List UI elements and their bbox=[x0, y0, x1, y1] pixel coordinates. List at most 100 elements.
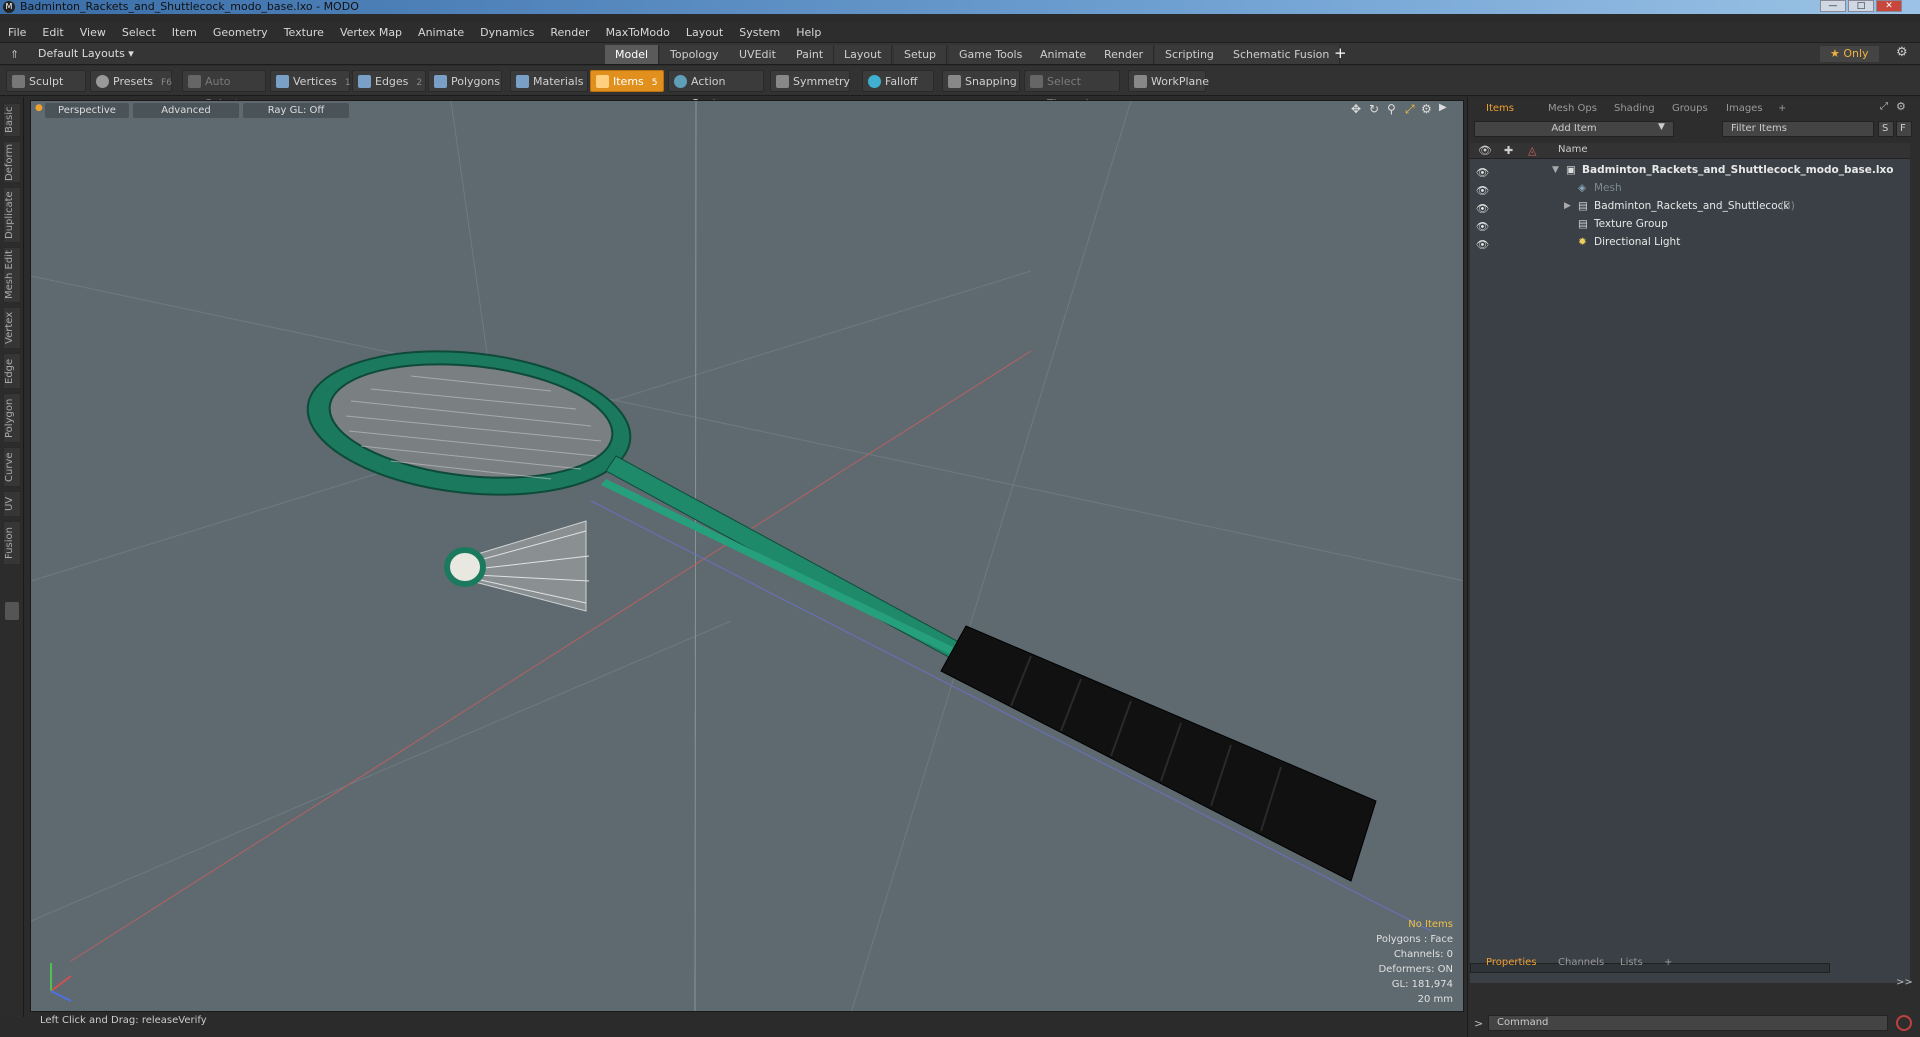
tab-uv[interactable]: UV bbox=[3, 491, 21, 517]
polygons-button[interactable]: Polygons bbox=[428, 70, 502, 92]
tab-edge[interactable]: Edge bbox=[3, 353, 21, 389]
menu-select[interactable]: Select bbox=[114, 22, 164, 43]
menu-edit[interactable]: Edit bbox=[34, 22, 71, 43]
menu-item[interactable]: Item bbox=[164, 22, 205, 43]
tab-schematic-fusion[interactable]: Schematic Fusion bbox=[1223, 45, 1341, 64]
layout-up-icon[interactable]: ⇑ bbox=[10, 48, 19, 61]
add-item-dropdown[interactable]: Add Item bbox=[1474, 121, 1674, 137]
raygl-toggle[interactable]: Ray GL: Off bbox=[243, 103, 349, 118]
menu-animate[interactable]: Animate bbox=[410, 22, 472, 43]
tab-animate[interactable]: Animate bbox=[1030, 45, 1098, 64]
left-panel-toggle[interactable] bbox=[5, 602, 19, 620]
tree-row-group[interactable]: 👁 ▶ ▤ Badminton_Rackets_and_Shuttlecock … bbox=[1470, 197, 1910, 215]
tree-row-texture-group[interactable]: 👁 ▤ Texture Group bbox=[1470, 215, 1910, 233]
sculpt-button[interactable]: Sculpt bbox=[6, 70, 86, 92]
tab-basic[interactable]: Basic bbox=[3, 103, 21, 137]
materials-button[interactable]: Materials bbox=[510, 70, 588, 92]
select-through-button[interactable]: Select Through bbox=[1024, 70, 1120, 110]
tab-paint[interactable]: Paint bbox=[786, 45, 835, 64]
tree-row-mesh[interactable]: 👁 ◈ Mesh bbox=[1470, 179, 1910, 197]
symmetry-button[interactable]: Symmetry bbox=[770, 70, 850, 92]
tab-lists[interactable]: Lists bbox=[1610, 955, 1653, 971]
fit-view-icon[interactable]: ⤢ bbox=[1405, 102, 1415, 117]
visibility-eye-icon[interactable]: 👁 bbox=[1476, 200, 1490, 215]
expand-arrow-icon[interactable]: ▼ bbox=[1552, 161, 1559, 179]
record-icon[interactable] bbox=[1896, 1015, 1912, 1031]
expand-properties-button[interactable]: >> bbox=[1896, 977, 1913, 988]
menu-vertex-map[interactable]: Vertex Map bbox=[332, 22, 410, 43]
3d-viewport[interactable]: ● Perspective Advanced Ray GL: Off ✥ ↻ ⚲… bbox=[30, 100, 1464, 1012]
add-layout-tab-button[interactable]: + bbox=[1334, 44, 1347, 62]
tab-mesh-edit[interactable]: Mesh Edit bbox=[3, 247, 21, 303]
menu-layout[interactable]: Layout bbox=[678, 22, 731, 43]
default-layouts-dropdown[interactable]: Default Layouts ▾ bbox=[38, 46, 134, 62]
menu-view[interactable]: View bbox=[72, 22, 114, 43]
tab-setup[interactable]: Setup bbox=[894, 45, 948, 64]
menu-geometry[interactable]: Geometry bbox=[205, 22, 276, 43]
close-button[interactable]: ✕ bbox=[1876, 0, 1902, 12]
tab-layout[interactable]: Layout bbox=[834, 45, 893, 64]
only-toggle[interactable]: ★ Only bbox=[1820, 46, 1879, 62]
tab-channels[interactable]: Channels bbox=[1548, 955, 1614, 971]
tab-game-tools[interactable]: Game Tools bbox=[949, 45, 1034, 64]
visibility-eye-icon[interactable]: 👁 bbox=[1476, 164, 1490, 179]
tab-deform[interactable]: Deform bbox=[3, 141, 21, 183]
action-center-button[interactable]: Action Center bbox=[668, 70, 764, 110]
falloff-button[interactable]: Falloff bbox=[862, 70, 934, 92]
tab-topology[interactable]: Topology bbox=[660, 45, 730, 64]
viewport-expand-icon[interactable]: ▶ bbox=[1439, 102, 1447, 113]
menu-texture[interactable]: Texture bbox=[276, 22, 332, 43]
command-input[interactable]: Command bbox=[1488, 1015, 1888, 1031]
collapse-arrow-icon[interactable]: ▶ bbox=[1564, 197, 1571, 215]
rotate-view-icon[interactable]: ↻ bbox=[1369, 102, 1379, 116]
visibility-eye-icon[interactable]: 👁 bbox=[1476, 236, 1490, 251]
viewport-settings-icon[interactable]: ⚙ bbox=[1421, 102, 1432, 116]
menu-render[interactable]: Render bbox=[542, 22, 597, 43]
tab-images[interactable]: Images bbox=[1716, 101, 1773, 117]
tab-groups[interactable]: Groups bbox=[1662, 101, 1718, 117]
shading-dropdown[interactable]: Advanced bbox=[133, 103, 239, 118]
tab-curve[interactable]: Curve bbox=[3, 447, 21, 487]
tab-render[interactable]: Render bbox=[1094, 45, 1155, 64]
filter-items-input[interactable]: Filter Items bbox=[1722, 121, 1874, 137]
menu-file[interactable]: File bbox=[0, 22, 34, 43]
maximize-button[interactable]: □ bbox=[1848, 0, 1874, 12]
add-bottom-tab-button[interactable]: + bbox=[1654, 955, 1682, 971]
tree-row-scene[interactable]: 👁 ▼ ▣ Badminton_Rackets_and_Shuttlecock_… bbox=[1470, 161, 1910, 179]
tab-properties[interactable]: Properties bbox=[1476, 955, 1547, 971]
viewport-menu-icon[interactable]: ● bbox=[35, 103, 43, 113]
tab-items[interactable]: Items bbox=[1476, 101, 1524, 117]
add-panel-tab-button[interactable]: + bbox=[1768, 101, 1796, 117]
tab-duplicate[interactable]: Duplicate bbox=[3, 187, 21, 243]
vertices-button[interactable]: Vertices 1 bbox=[270, 70, 351, 92]
f-toggle-button[interactable]: F bbox=[1896, 121, 1912, 137]
edges-button[interactable]: Edges 2 bbox=[352, 70, 426, 92]
menu-dynamics[interactable]: Dynamics bbox=[472, 22, 542, 43]
visibility-eye-icon[interactable]: 👁 bbox=[1476, 182, 1490, 197]
menu-system[interactable]: System bbox=[731, 22, 788, 43]
zoom-view-icon[interactable]: ⚲ bbox=[1387, 102, 1396, 116]
gear-icon[interactable]: ⚙ bbox=[1896, 45, 1908, 60]
menu-maxtomodo[interactable]: MaxToModo bbox=[598, 22, 678, 43]
view-mode-dropdown[interactable]: Perspective bbox=[45, 103, 129, 118]
tree-row-directional-light[interactable]: 👁 ✹ Directional Light bbox=[1470, 233, 1910, 251]
visibility-eye-icon[interactable]: 👁 bbox=[1476, 218, 1490, 233]
tab-fusion[interactable]: Fusion bbox=[3, 521, 21, 565]
menu-help[interactable]: Help bbox=[788, 22, 829, 43]
tab-scripting[interactable]: Scripting bbox=[1155, 45, 1225, 64]
tab-vertex[interactable]: Vertex bbox=[3, 307, 21, 349]
snapping-button[interactable]: Snapping bbox=[942, 70, 1020, 92]
name-column-header[interactable]: Name bbox=[1558, 144, 1588, 155]
s-toggle-button[interactable]: S bbox=[1878, 121, 1894, 137]
minimize-button[interactable]: — bbox=[1820, 0, 1846, 12]
tab-uvedit[interactable]: UVEdit bbox=[729, 45, 787, 64]
chevron-down-icon[interactable]: ▼ bbox=[1658, 122, 1665, 132]
move-view-icon[interactable]: ✥ bbox=[1351, 102, 1361, 116]
presets-button[interactable]: Presets F6 bbox=[90, 70, 172, 92]
panel-gear-icon[interactable]: ⚙ bbox=[1896, 100, 1906, 113]
workplane-button[interactable]: WorkPlane bbox=[1128, 70, 1209, 92]
panel-expand-icon[interactable]: ⤢ bbox=[1880, 101, 1888, 112]
racket-model[interactable] bbox=[301, 336, 1377, 882]
tab-shading[interactable]: Shading bbox=[1604, 101, 1665, 117]
tab-mesh-ops[interactable]: Mesh Ops bbox=[1538, 101, 1607, 117]
